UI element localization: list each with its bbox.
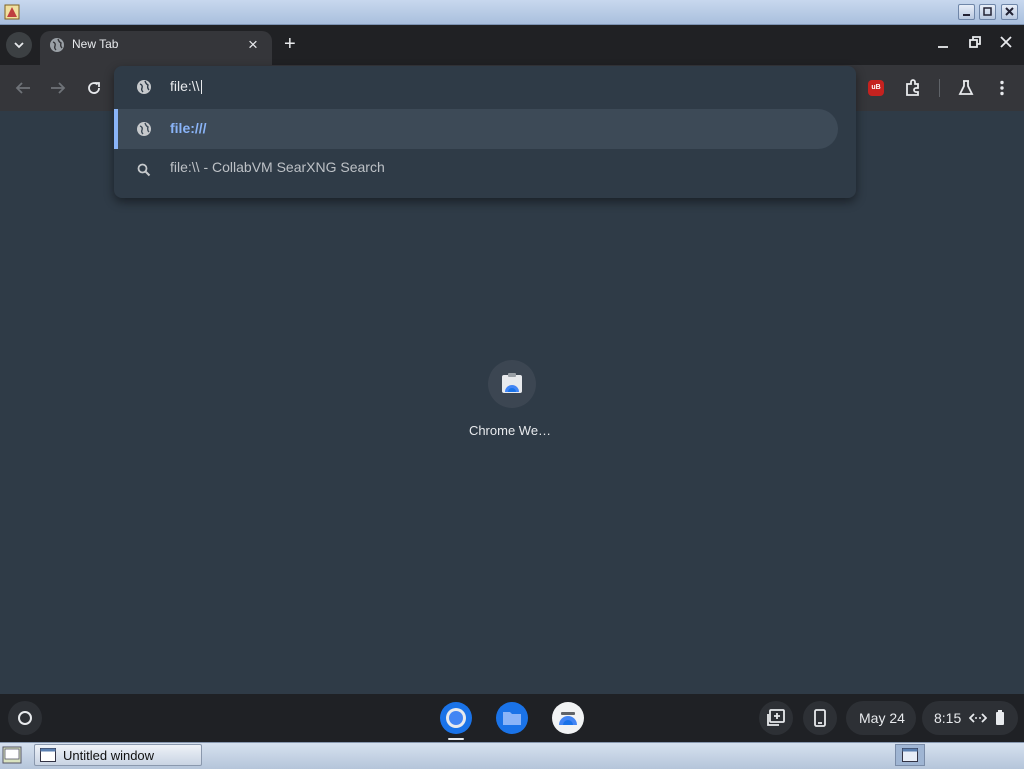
web-store-icon[interactable] (551, 701, 585, 735)
forward-arrow-icon[interactable] (49, 80, 67, 96)
screen-capture-icon (767, 709, 785, 726)
globe-icon (137, 122, 151, 136)
battery-icon (996, 710, 1004, 725)
phone-hub-button[interactable] (803, 701, 837, 735)
desktop-icon (902, 748, 918, 762)
chevron-down-icon (14, 42, 24, 49)
globe-icon (50, 38, 64, 52)
minimize-icon[interactable] (935, 37, 951, 53)
app-icon (4, 4, 20, 20)
tab-new-tab[interactable]: New Tab × (40, 31, 272, 65)
new-tab-button[interactable]: + (284, 33, 296, 56)
restore-icon[interactable] (967, 34, 983, 50)
tab-close-icon[interactable]: × (248, 35, 258, 55)
outer-minimize-button[interactable] (958, 4, 975, 20)
globe-icon (137, 80, 151, 94)
window-icon (40, 748, 56, 762)
omnibox-input-value: file:\\ (170, 78, 200, 94)
phone-icon (814, 709, 826, 727)
files-icon[interactable] (495, 701, 529, 735)
shortcut-label: Chrome We… (468, 423, 552, 438)
omnibox-suggestion-selected[interactable]: file:/// (114, 109, 838, 149)
suggestion-text: file:\\ - CollabVM SearXNG Search (170, 159, 385, 175)
screen-capture-button[interactable] (759, 701, 793, 735)
close-icon[interactable] (998, 34, 1014, 50)
flask-icon[interactable] (957, 79, 975, 97)
launcher-button[interactable] (8, 701, 42, 735)
web-store-icon (502, 373, 522, 393)
omnibox-input[interactable]: file:\\ (170, 78, 202, 95)
selection-indicator (114, 109, 118, 149)
back-arrow-icon[interactable] (14, 80, 32, 96)
active-app-indicator (448, 738, 464, 740)
outer-close-button[interactable] (1001, 4, 1018, 20)
date-tray-button[interactable]: May 24 (846, 701, 916, 735)
date-label: May 24 (859, 710, 905, 726)
shortcut-icon-bg (488, 360, 536, 408)
network-ethernet-icon (969, 713, 987, 723)
ublock-icon[interactable]: uB (868, 80, 884, 96)
puzzle-icon[interactable] (903, 78, 923, 98)
tab-search-button[interactable] (6, 32, 32, 58)
omnibox-popup: file:\\ file:/// file:\\ - CollabVM Sear… (114, 66, 856, 198)
suggestion-text: file:/// (170, 120, 207, 136)
status-tray-button[interactable]: 8:15 (922, 701, 1018, 735)
time-label: 8:15 (934, 710, 962, 726)
outer-window-titlebar (0, 0, 1024, 25)
search-icon (137, 163, 151, 177)
toolbar-divider (939, 79, 940, 97)
menu-dots-icon[interactable] (993, 79, 1011, 97)
reload-icon[interactable] (85, 79, 103, 97)
launcher-circle-icon (18, 711, 32, 725)
outer-maximize-button[interactable] (979, 4, 996, 20)
chrome-icon[interactable] (439, 701, 473, 735)
text-caret (200, 80, 202, 95)
start-menu-icon[interactable] (2, 745, 22, 765)
taskbar-window-button[interactable]: Untitled window (34, 744, 202, 766)
show-desktop-button[interactable] (895, 744, 925, 766)
tab-title: New Tab (72, 37, 119, 51)
taskbar-window-label: Untitled window (63, 748, 155, 763)
